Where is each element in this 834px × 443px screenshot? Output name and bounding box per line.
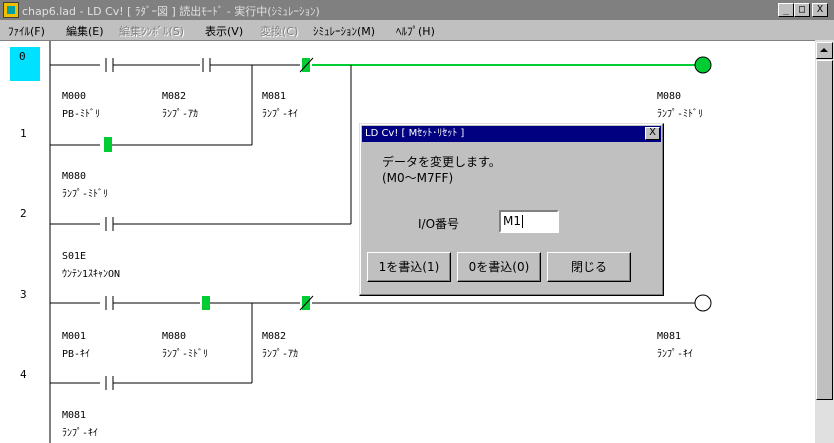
menu-convert[interactable]: 変換(C) — [260, 23, 298, 39]
write-0-button[interactable]: 0を書込(0) — [457, 252, 541, 282]
menu-edit-symbol[interactable]: 編集ｼﾝﾎﾞﾙ(S) — [119, 23, 184, 39]
vertical-scrollbar[interactable] — [815, 40, 834, 443]
contact-label: M082 ﾗﾝﾌﾟ-ｱｶ — [262, 331, 299, 360]
menu-bar: ﾌｧｲﾙ(F) 編集(E) 編集ｼﾝﾎﾞﾙ(S) 表示(V) 変換(C) ｼﾐｭ… — [0, 20, 834, 40]
menu-help[interactable]: ﾍﾙﾌﾟ(H) — [396, 23, 435, 39]
contact-label: M001 PB-ｷｲ — [62, 331, 91, 360]
row-number-1: 1 — [20, 127, 27, 140]
dialog-message-line1: データを変更します。 — [382, 155, 501, 169]
contact-label: M081 ﾗﾝﾌﾟ-ｷｲ — [62, 410, 99, 439]
contact-m080-rung3[interactable] — [202, 296, 210, 310]
contact-m081-nc[interactable] — [299, 57, 314, 73]
contact-m081-hold[interactable] — [105, 376, 114, 390]
contact-label: M080 ﾗﾝﾌﾟ-ﾐﾄﾞﾘ — [162, 331, 209, 360]
contact-label: M081 ﾗﾝﾌﾟ-ｷｲ — [262, 91, 299, 120]
text-caret — [522, 215, 523, 228]
dialog-close-button[interactable]: X — [645, 127, 660, 140]
coil-m081[interactable] — [694, 294, 712, 312]
menu-edit[interactable]: 編集(E) — [66, 23, 104, 39]
contact-label: M000 PB-ﾐﾄﾞﾘ — [62, 91, 101, 120]
menu-simulation[interactable]: ｼﾐｭﾚｰｼｮﾝ(M) — [313, 23, 375, 39]
menu-view[interactable]: 表示(V) — [205, 23, 243, 39]
io-number-input[interactable]: M1 — [499, 210, 559, 233]
contact-m082-nc[interactable] — [299, 295, 314, 311]
contact-m080-hold[interactable] — [104, 137, 112, 152]
window-title: chap6.lad - LD Cv! [ ﾗﾀﾞｰ図 ] 読出ﾓｰﾄﾞ - 実行… — [22, 5, 320, 18]
contact-m001[interactable] — [105, 296, 114, 310]
scroll-up-button[interactable] — [816, 42, 833, 59]
io-number-value: M1 — [503, 214, 521, 228]
coil-label: M080 ﾗﾝﾌﾟ-ﾐﾄﾞﾘ — [657, 91, 704, 120]
contact-label: M082 ﾗﾝﾌﾟ-ｱｶ — [162, 91, 199, 120]
mset-reset-dialog: LD Cv! [ Mｾｯﾄ･ﾘｾｯﾄ ] X データを変更します。 (M0～M7… — [359, 123, 664, 296]
contact-m082[interactable] — [202, 58, 211, 72]
contact-label: S01E ｳﾝﾃﾝ1ｽｷｬﾝON — [62, 251, 121, 280]
io-number-label: I/O番号 — [418, 217, 460, 231]
dialog-message: データを変更します。 (M0～M7FF) — [382, 154, 501, 186]
close-button[interactable]: X — [812, 3, 828, 17]
write-1-button[interactable]: 1を書込(1) — [367, 252, 451, 282]
row-number-0: 0 — [19, 50, 26, 63]
dialog-close-text-button[interactable]: 閉じる — [547, 252, 631, 282]
coil-m080[interactable] — [694, 56, 712, 74]
cursor-cell: 0 — [10, 47, 40, 81]
maximize-button[interactable]: □ — [794, 3, 810, 17]
dialog-message-line2: (M0～M7FF) — [382, 171, 454, 185]
row-number-4: 4 — [20, 368, 27, 381]
row-number-3: 3 — [20, 288, 27, 301]
menu-file[interactable]: ﾌｧｲﾙ(F) — [8, 23, 45, 39]
minimize-button[interactable]: _ — [778, 3, 794, 17]
contact-s01e[interactable] — [105, 217, 114, 231]
dialog-title: LD Cv! [ Mｾｯﾄ･ﾘｾｯﾄ ] — [362, 126, 661, 142]
title-bar: chap6.lad - LD Cv! [ ﾗﾀﾞｰ図 ] 読出ﾓｰﾄﾞ - 実行… — [0, 0, 834, 20]
row-number-2: 2 — [20, 207, 27, 220]
app-icon[interactable] — [3, 2, 19, 18]
contact-label: M080 ﾗﾝﾌﾟ-ﾐﾄﾞﾘ — [62, 171, 109, 200]
scroll-thumb[interactable] — [816, 60, 833, 400]
coil-label: M081 ﾗﾝﾌﾟ-ｷｲ — [657, 331, 694, 360]
contact-m000[interactable] — [105, 58, 114, 72]
